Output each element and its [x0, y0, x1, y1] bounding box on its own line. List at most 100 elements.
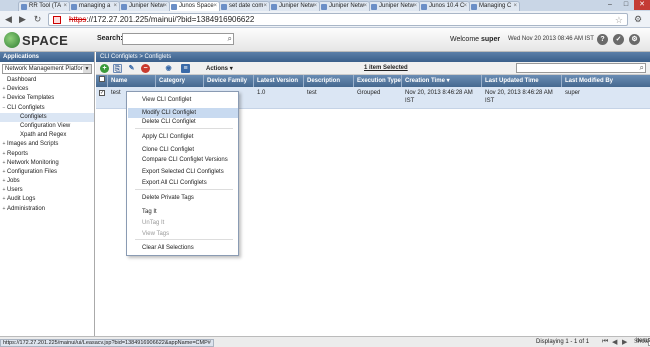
clone-icon[interactable]: ⎘ [113, 64, 122, 73]
browser-tab[interactable]: Juniper Netw × [268, 1, 320, 11]
sidebar-item-label: Images and Scripts [7, 141, 59, 148]
context-menu-item[interactable]: Tag It [128, 207, 238, 217]
header-select-all[interactable] [96, 75, 108, 87]
forward-icon[interactable]: ▶ [17, 14, 28, 25]
sidebar-item[interactable]: Configlets [0, 112, 94, 122]
sidebar-item-label: Users [7, 187, 23, 194]
context-menu-item[interactable]: Export All CLI Configlets [128, 178, 238, 188]
context-menu-item[interactable]: Export Selected CLI Configlets [128, 167, 238, 177]
sidebar-item[interactable]: − CLI Configlets [0, 104, 94, 113]
sidebar-item[interactable]: + Reports [0, 150, 94, 159]
browser-tab[interactable]: Junos 10.4 C × [418, 1, 470, 11]
context-menu-item[interactable]: Clear All Selections [128, 243, 238, 253]
tab-close-icon[interactable]: × [163, 2, 167, 11]
sidebar-item-label: Jobs [7, 178, 20, 185]
tab-close-icon[interactable]: × [313, 2, 317, 11]
context-menu-item[interactable]: Clone CLI Configlet [128, 145, 238, 155]
url-input[interactable]: https://172.27.201.225/mainui/?bid=13849… [48, 13, 628, 26]
grid-search-input[interactable]: ⌕ [516, 63, 646, 73]
context-menu-item: View Tags [142, 231, 170, 237]
first-page-icon[interactable]: ⏮ [602, 338, 608, 346]
tab-close-icon[interactable]: × [263, 2, 267, 11]
sidebar-item-label: Configuration Files [7, 168, 58, 175]
column-header-latest-version[interactable]: Latest Version [254, 75, 304, 87]
insecure-lock-icon[interactable] [53, 16, 61, 24]
browser-tab[interactable]: Managing C × [468, 1, 520, 11]
chevron-down-icon[interactable]: ▼ [83, 65, 91, 73]
global-search-input[interactable]: ⌕ [122, 33, 234, 45]
database-icon[interactable]: ≡ [181, 64, 190, 73]
browser-tab[interactable]: Juniper Netw × [118, 1, 170, 11]
column-header-last-modified-by[interactable]: Last Modified By [562, 75, 650, 87]
context-menu-item[interactable]: Delete Private Tags [128, 193, 238, 203]
tab-label: Juniper Netw [129, 3, 165, 9]
sidebar-item[interactable]: + Jobs [0, 177, 94, 186]
tab-close-icon[interactable]: × [363, 2, 367, 11]
column-header-category[interactable]: Category [156, 75, 204, 87]
back-icon[interactable]: ◀ [3, 14, 14, 25]
tab-close-icon[interactable]: × [113, 2, 117, 11]
sidebar-item[interactable]: + Images and Scripts [0, 140, 94, 149]
context-menu-item[interactable]: Delete CLI Configlet [128, 117, 238, 127]
sidebar-item[interactable]: + Network Monitoring [0, 159, 94, 168]
view-eye-icon[interactable]: ◉ [164, 64, 173, 73]
browser-tab[interactable]: set date com × [218, 1, 270, 11]
browser-tab[interactable]: Juniper Netw × [318, 1, 370, 11]
check-icon[interactable]: ✓ [613, 34, 624, 45]
minimize-icon[interactable]: – [602, 0, 618, 10]
prev-page-icon[interactable]: ◀ [612, 338, 617, 346]
user-name: super [481, 36, 501, 43]
column-header-device-family[interactable]: Device Family [204, 75, 254, 87]
sidebar-item[interactable]: Configuration View [0, 122, 94, 131]
column-header-name[interactable]: Name [108, 75, 156, 87]
search-icon[interactable]: ⌕ [228, 34, 232, 44]
application-select[interactable]: Network Management Platform ▼ [2, 64, 92, 74]
browser-tab[interactable]: Junos Space × [168, 1, 220, 11]
column-header-last-updated[interactable]: Last Updated Time [482, 75, 562, 87]
wrench-icon[interactable]: ⚙ [634, 14, 642, 25]
sidebar-item[interactable]: + Users [0, 186, 94, 195]
cell-latest-version: 1.0 [257, 90, 266, 96]
add-icon[interactable]: + [100, 64, 109, 73]
column-header-execution-type[interactable]: Execution Type [354, 75, 402, 87]
maximize-icon[interactable]: □ [618, 0, 634, 10]
sidebar-item[interactable]: Dashboard [0, 76, 94, 85]
context-menu-item[interactable]: View CLI Configlet [128, 95, 238, 105]
browser-tab[interactable]: managing a × [68, 1, 120, 11]
tab-close-icon[interactable]: × [463, 2, 467, 11]
column-header-creation-time[interactable]: Creation Time ▾ [402, 75, 482, 87]
bookmark-star-icon[interactable]: ☆ [615, 14, 623, 26]
sidebar-item[interactable]: + Configuration Files [0, 168, 94, 177]
sidebar-item[interactable]: + Device Templates [0, 94, 94, 103]
tab-close-icon[interactable]: × [413, 2, 417, 11]
browser-tab[interactable]: RR Tool (TA × [18, 1, 70, 11]
search-icon[interactable]: ⌕ [640, 63, 644, 73]
tab-close-icon[interactable]: × [63, 2, 67, 11]
sidebar-item-label: Device Templates [7, 95, 55, 102]
close-window-icon[interactable]: ✕ [634, 0, 650, 10]
row-checkbox[interactable]: ✓ [99, 90, 105, 96]
context-menu-item[interactable]: Compare CLI Configlet Versions [128, 155, 238, 165]
address-bar-row: ◀ ▶ ↻ https://172.27.201.225/mainui/?bid… [0, 11, 650, 28]
tab-close-icon[interactable]: × [513, 2, 517, 11]
context-menu-item[interactable]: Apply CLI Configlet [128, 132, 238, 142]
settings-icon[interactable]: ⚙ [629, 34, 640, 45]
row-select[interactable]: ✓ [96, 89, 108, 97]
sidebar-item[interactable]: + Audit Logs [0, 195, 94, 204]
tab-close-icon[interactable]: × [213, 2, 217, 11]
tab-label: set date com [229, 3, 264, 9]
actions-menu-button[interactable]: Actions ▾ [206, 65, 233, 72]
search-label: Search: [97, 35, 123, 42]
delete-icon[interactable]: − [141, 64, 150, 73]
browser-tab[interactable]: Juniper Netw × [368, 1, 420, 11]
sidebar-item[interactable]: Xpath and Regex [0, 131, 94, 140]
column-header-description[interactable]: Description [304, 75, 354, 87]
sidebar-item[interactable]: + Administration [0, 205, 94, 214]
edit-pencil-icon[interactable]: ✎ [127, 64, 136, 73]
help-icon[interactable]: ? [597, 34, 608, 45]
next-page-icon[interactable]: ▶ [622, 338, 627, 346]
sidebar-item[interactable]: + Devices [0, 85, 94, 94]
reload-icon[interactable]: ↻ [32, 14, 43, 25]
tab-label: managing a [79, 3, 111, 9]
select-all-checkbox[interactable] [99, 76, 105, 82]
